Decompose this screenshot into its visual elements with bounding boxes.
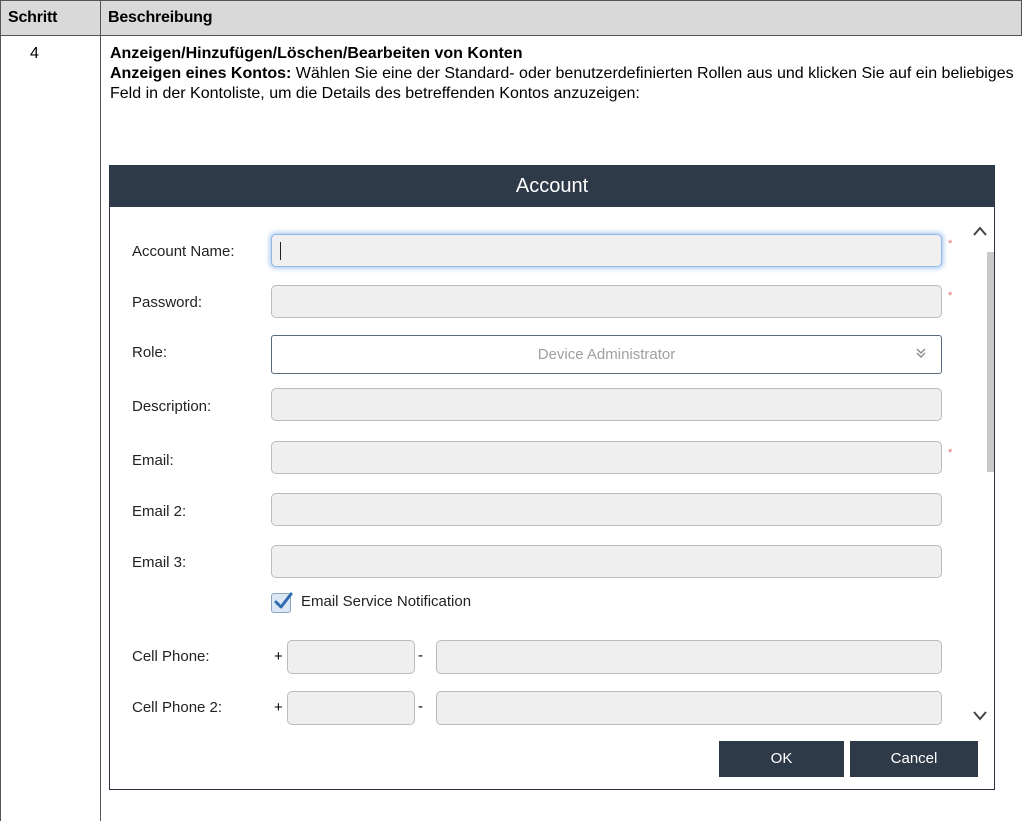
email-service-notification-label: Email Service Notification: [301, 593, 472, 610]
column-header-step: Schritt: [8, 9, 58, 26]
phone-separator: -: [418, 698, 423, 715]
role-select-value: Device Administrator: [537, 346, 676, 363]
email-service-notification-checkbox[interactable]: [271, 592, 293, 613]
cell-phone2-number-input[interactable]: [436, 691, 942, 725]
required-marker: *: [948, 290, 953, 302]
column-header-description: Beschreibung: [108, 9, 213, 26]
email-label: Email:: [132, 452, 174, 469]
account-name-label: Account Name:: [132, 243, 235, 260]
required-marker: *: [948, 447, 953, 459]
cell-phone-country-code-input[interactable]: [287, 640, 415, 674]
account-dialog: Account Account Name: * Password: * Role…: [109, 165, 995, 790]
dialog-title: Account: [110, 166, 994, 207]
email-input[interactable]: [271, 441, 942, 474]
chevron-down-icon[interactable]: [972, 706, 988, 727]
country-code-plus: +: [274, 648, 283, 665]
text-caret: [280, 242, 281, 260]
phone-separator: -: [418, 647, 423, 664]
step-number: 4: [30, 45, 39, 62]
step-title: Anzeigen/Hinzufügen/Löschen/Bearbeiten v…: [110, 45, 523, 62]
country-code-plus: +: [274, 699, 283, 716]
chevron-up-icon[interactable]: [972, 221, 988, 242]
cell-phone2-country-code-input[interactable]: [287, 691, 415, 725]
cell-phone2-label: Cell Phone 2:: [132, 699, 223, 716]
account-name-input[interactable]: [271, 234, 942, 267]
email3-input[interactable]: [271, 545, 942, 578]
step-description: Anzeigen/Hinzufügen/Löschen/Bearbeiten v…: [110, 44, 1015, 104]
ok-button[interactable]: OK: [719, 741, 844, 777]
email3-label: Email 3:: [132, 554, 187, 571]
cell-phone-label: Cell Phone:: [132, 648, 210, 665]
cell-phone-number-input[interactable]: [436, 640, 942, 674]
password-input[interactable]: [271, 285, 942, 318]
required-marker: *: [948, 238, 953, 250]
step-lead: Anzeigen eines Kontos:: [110, 65, 292, 82]
password-label: Password:: [132, 294, 203, 311]
description-label: Description:: [132, 398, 212, 415]
role-select[interactable]: Device Administrator: [271, 335, 942, 374]
email2-label: Email 2:: [132, 503, 187, 520]
instruction-table: Schritt Beschreibung 4 Anzeigen/Hinzufüg…: [0, 0, 1022, 821]
role-label: Role:: [132, 344, 168, 361]
cancel-button[interactable]: Cancel: [850, 741, 978, 777]
email2-input[interactable]: [271, 493, 942, 526]
checkmark-icon: [274, 592, 293, 609]
double-chevron-down-icon: [915, 336, 927, 373]
scrollbar-thumb[interactable]: [987, 252, 994, 472]
description-input[interactable]: [271, 388, 942, 421]
